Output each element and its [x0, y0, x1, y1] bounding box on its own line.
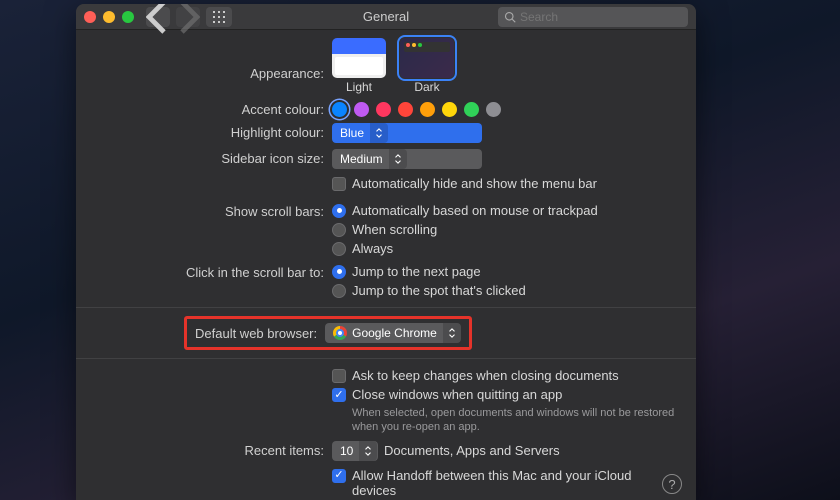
light-thumbnail-icon: [332, 38, 386, 78]
show-all-button[interactable]: [206, 7, 232, 27]
click-scrollbar-option[interactable]: Jump to the spot that's clicked: [332, 282, 678, 299]
accent-swatch[interactable]: [398, 102, 413, 117]
ask-keep-changes-label: Ask to keep changes when closing documen…: [352, 368, 619, 383]
chevron-updown-icon: [389, 149, 407, 169]
scrollbars-option[interactable]: Automatically based on mouse or trackpad: [332, 202, 678, 219]
accent-colour-label: Accent colour:: [94, 100, 332, 117]
click-scrollbar-option[interactable]: Jump to the next page: [332, 263, 678, 280]
highlight-colour-label: Highlight colour:: [94, 123, 332, 140]
checkbox-icon: [332, 369, 346, 383]
accent-swatch[interactable]: [420, 102, 435, 117]
autohide-menubar-checkbox[interactable]: Automatically hide and show the menu bar: [332, 175, 678, 192]
appearance-label: Appearance:: [94, 38, 332, 81]
checkbox-icon: [332, 388, 346, 402]
accent-colour-swatches: [332, 100, 678, 117]
radio-icon: [332, 242, 346, 256]
handoff-label: Allow Handoff between this Mac and your …: [352, 468, 678, 498]
radio-icon: [332, 265, 346, 279]
appearance-option-light[interactable]: Light: [332, 38, 386, 94]
default-browser-label: Default web browser:: [195, 326, 317, 341]
accent-swatch[interactable]: [486, 102, 501, 117]
recent-items-value: 10: [340, 444, 353, 458]
click-scrollbar-option-label: Jump to the next page: [352, 264, 481, 279]
scrollbars-option-label: When scrolling: [352, 222, 437, 237]
click-scrollbar-option-label: Jump to the spot that's clicked: [352, 283, 526, 298]
appearance-option-dark[interactable]: Dark: [400, 38, 454, 94]
click-scrollbar-label: Click in the scroll bar to:: [94, 263, 332, 280]
accent-swatch[interactable]: [376, 102, 391, 117]
search-icon: [504, 11, 516, 23]
chevron-updown-icon: [359, 441, 377, 461]
divider: [76, 307, 696, 308]
scrollbars-option[interactable]: When scrolling: [332, 221, 678, 238]
appearance-dark-label: Dark: [414, 80, 439, 94]
minimize-icon[interactable]: [103, 11, 115, 23]
accent-swatch[interactable]: [354, 102, 369, 117]
window-controls: [84, 11, 134, 23]
close-windows-label: Close windows when quitting an app: [352, 387, 562, 402]
handoff-checkbox[interactable]: Allow Handoff between this Mac and your …: [332, 467, 678, 499]
appearance-light-label: Light: [346, 80, 372, 94]
accent-swatch[interactable]: [442, 102, 457, 117]
accent-swatch[interactable]: [464, 102, 479, 117]
default-browser-value: Google Chrome: [352, 326, 437, 340]
highlight-colour-select[interactable]: Blue: [332, 123, 482, 143]
radio-icon: [332, 223, 346, 237]
highlight-colour-value: Blue: [340, 126, 364, 140]
forward-button[interactable]: [176, 7, 200, 27]
help-button[interactable]: ?: [662, 474, 682, 494]
sidebar-size-value: Medium: [340, 152, 383, 166]
close-icon[interactable]: [84, 11, 96, 23]
chevron-updown-icon: [370, 123, 388, 143]
checkbox-icon: [332, 469, 346, 483]
autohide-menubar-label: Automatically hide and show the menu bar: [352, 176, 597, 191]
sidebar-size-label: Sidebar icon size:: [94, 149, 332, 166]
chrome-icon: [333, 326, 347, 340]
ask-keep-changes-checkbox[interactable]: Ask to keep changes when closing documen…: [332, 367, 678, 384]
scrollbars-option-label: Automatically based on mouse or trackpad: [352, 203, 598, 218]
chevron-updown-icon: [443, 323, 461, 343]
search-input[interactable]: [520, 10, 682, 24]
zoom-icon[interactable]: [122, 11, 134, 23]
general-pane: Appearance: Light Dark Accent colour:: [76, 30, 696, 500]
default-browser-select[interactable]: Google Chrome: [325, 323, 461, 343]
radio-icon: [332, 204, 346, 218]
show-scrollbars-label: Show scroll bars:: [94, 202, 332, 219]
dark-thumbnail-icon: [400, 38, 454, 78]
recent-items-select[interactable]: 10: [332, 441, 378, 461]
close-windows-checkbox[interactable]: Close windows when quitting an app: [332, 386, 678, 403]
search-field[interactable]: [498, 7, 688, 27]
back-button[interactable]: [146, 7, 170, 27]
divider: [76, 358, 696, 359]
accent-swatch[interactable]: [332, 102, 347, 117]
sidebar-size-select[interactable]: Medium: [332, 149, 482, 169]
default-browser-highlight: Default web browser: Google Chrome: [184, 316, 472, 350]
preferences-window: General Appearance: Light Dark: [76, 4, 696, 500]
titlebar: General: [76, 4, 696, 30]
radio-icon: [332, 284, 346, 298]
checkbox-icon: [332, 177, 346, 191]
recent-items-suffix: Documents, Apps and Servers: [384, 443, 560, 458]
close-windows-note: When selected, open documents and window…: [332, 406, 678, 435]
scrollbars-option-label: Always: [352, 241, 393, 256]
scrollbars-option[interactable]: Always: [332, 240, 678, 257]
recent-items-label: Recent items:: [94, 441, 332, 458]
